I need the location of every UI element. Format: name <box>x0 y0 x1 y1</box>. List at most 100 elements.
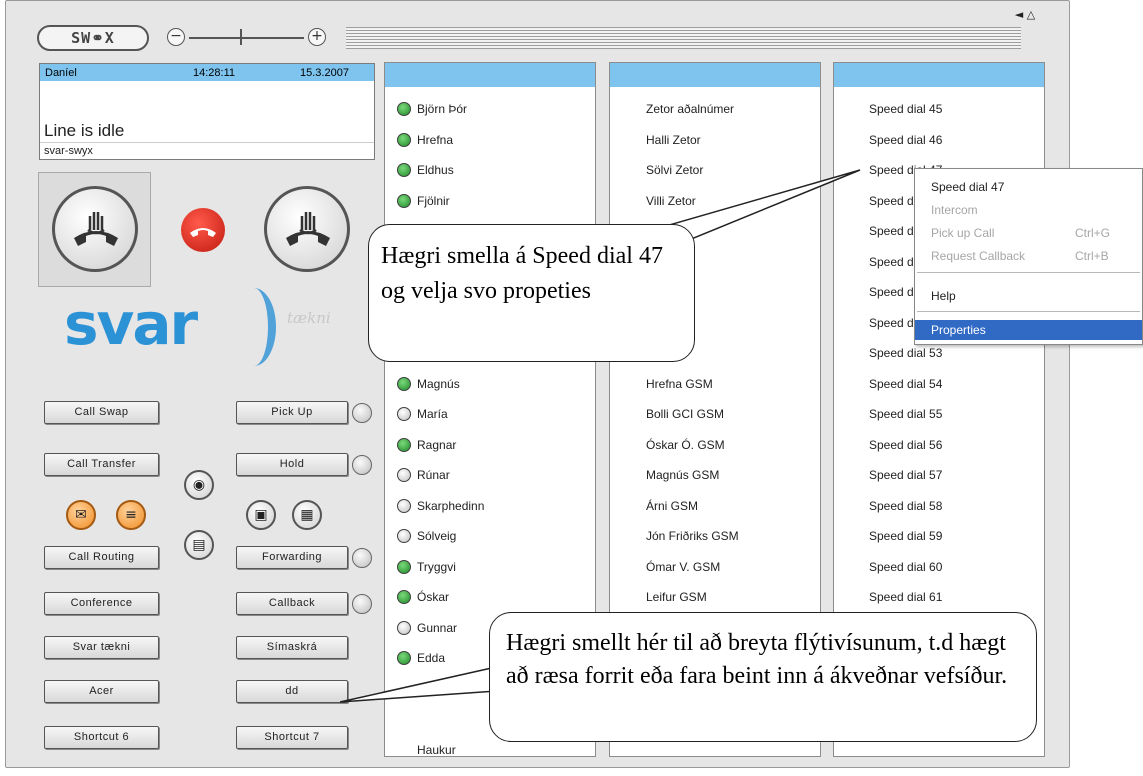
contact-entry[interactable]: Tryggvi <box>385 557 456 577</box>
speed-dial-entry-label: Speed dial 58 <box>869 498 943 513</box>
contact-entry[interactable]: Hrefna <box>385 130 453 150</box>
presence-online-icon <box>397 163 411 177</box>
shortcut-dd-button[interactable]: dd <box>236 680 348 703</box>
speed-dial-entry-label: Speed dial 56 <box>869 437 943 452</box>
swyx-logo[interactable]: SW⚭X <box>37 25 149 51</box>
speed-dial-entry[interactable]: Speed dial 56 <box>834 435 942 455</box>
contact-entry[interactable]: Rúnar <box>385 465 450 485</box>
menu-item-pick-up-call[interactable]: Pick up Call Ctrl+G <box>915 223 1142 243</box>
contact-entry[interactable]: Sólveig <box>385 526 456 546</box>
presence-online-icon <box>397 132 411 147</box>
contact-entry-label: Skarphedinn <box>417 498 485 513</box>
hold-button[interactable]: Hold <box>236 453 348 476</box>
conference-grid-icon[interactable]: ▦ <box>292 500 322 530</box>
speed-dial-entry[interactable]: Speed d <box>834 191 914 211</box>
contact-entry-label: Hrefna <box>417 132 454 147</box>
conference-button[interactable]: Conference <box>44 592 159 615</box>
speed-dial-entry[interactable]: Halli Zetor <box>610 130 701 150</box>
speed-dial-entry[interactable]: Speed d <box>834 282 914 302</box>
pick-up-button[interactable]: Pick Up <box>236 401 348 424</box>
speed-dial-entry-label: Sölvi Zetor <box>646 163 704 177</box>
contact-entry[interactable]: Gunnar <box>385 618 457 638</box>
menu-item-request-callback[interactable]: Request Callback Ctrl+B <box>915 246 1142 266</box>
line-2-handset-button[interactable] <box>264 186 350 272</box>
menu-item-intercom[interactable]: Intercom <box>915 200 1142 220</box>
contact-entry-label: Pabbi <box>417 681 448 696</box>
menu-item-speed-dial-47[interactable]: Speed dial 47 <box>915 177 1142 197</box>
shortcut-svar-taekni-button[interactable]: Svar tækni <box>44 636 159 659</box>
speed-dial-entry[interactable]: Hrefna GSM <box>610 374 713 394</box>
call-journal-icon[interactable]: ≡ <box>116 500 146 530</box>
contact-entry[interactable]: Eldhus <box>385 160 454 180</box>
contact-entry[interactable]: Skarphedinn <box>385 496 484 516</box>
line-1-handset-button[interactable] <box>52 186 138 272</box>
speed-dial-entry[interactable]: Speed dial 55 <box>834 404 942 424</box>
voicemail-icon[interactable]: ✉ <box>66 500 96 530</box>
shortcut-6-button[interactable]: Shortcut 6 <box>44 726 159 749</box>
hangup-button[interactable] <box>181 208 225 252</box>
speed-dial-entry[interactable]: Speed dial 46 <box>834 130 942 150</box>
speed-dial-entry[interactable]: Speed dial 45 <box>834 99 942 119</box>
annotation-callout-shortcuts: Hægri smellt hér til að breyta flýtivísu… <box>489 612 1037 742</box>
contact-entry[interactable]: Fjölnir <box>385 191 450 211</box>
speed-dial-entry[interactable]: Speed dial 57 <box>834 465 942 485</box>
presence-offline-icon <box>397 498 411 513</box>
contact-entry-label: Sólveig <box>417 529 457 543</box>
forwarding-button[interactable]: Forwarding <box>236 546 348 569</box>
speed-dial-entry[interactable]: Magnús GSM <box>610 465 719 485</box>
speed-dial-entry[interactable]: Jón Friðriks GSM <box>610 526 739 546</box>
shortcut-7-button[interactable]: Shortcut 7 <box>236 726 348 749</box>
contact-entry[interactable]: Pabbi <box>385 679 448 699</box>
status-header: Daníel 14:28:11 15.3.2007 <box>40 64 374 81</box>
contact-entry[interactable]: Ragnar <box>385 435 456 455</box>
brand-subtitle: tækni <box>287 309 331 327</box>
speed-dial-entry[interactable]: Speed dial 58 <box>834 496 942 516</box>
call-swap-button[interactable]: Call Swap <box>44 401 159 424</box>
contact-entry[interactable]: María <box>385 404 448 424</box>
zoom-out-icon[interactable]: − <box>167 28 185 46</box>
speed-dial-entry[interactable]: Sölvi Zetor <box>610 160 703 180</box>
contact-entry[interactable]: Björn Þór <box>385 99 467 119</box>
contact-entry[interactable]: Óskar <box>385 587 449 607</box>
annotation-callout-speed-dial: Hægri smella á Speed dial 47 og velja sv… <box>368 224 695 362</box>
shortcut-acer-button[interactable]: Acer <box>44 680 159 703</box>
speed-dial-entry[interactable]: Leifur GSM <box>610 587 707 607</box>
speed-dial-entry[interactable]: Óskar Ó. GSM <box>610 435 725 455</box>
screen-icon[interactable]: ▣ <box>246 500 276 530</box>
speed-dial-entry[interactable]: Speed dial 61 <box>834 587 942 607</box>
call-routing-button[interactable]: Call Routing <box>44 546 159 569</box>
speed-dial-entry[interactable]: Speed dial 60 <box>834 557 942 577</box>
speed-dial-entry[interactable]: Árni GSM <box>610 496 698 516</box>
speed-dial-entry-label: Villi Zetor <box>646 193 696 208</box>
context-menu: Speed dial 47 Intercom Pick up Call Ctrl… <box>914 168 1143 345</box>
contact-entry[interactable] <box>385 709 417 729</box>
contact-entry-label: Gunnar <box>417 620 458 635</box>
contact-entry[interactable]: Haukur <box>385 740 456 757</box>
speed-dial-entry-label: Speed dial 61 <box>869 590 943 604</box>
speed-dial-entry[interactable]: Speed d <box>834 221 914 241</box>
call-transfer-button[interactable]: Call Transfer <box>44 453 159 476</box>
handset-icon <box>286 212 330 246</box>
zoom-in-icon[interactable]: + <box>308 28 326 46</box>
zoom-slider-track[interactable] <box>189 37 304 39</box>
contact-entry[interactable]: Magnús <box>385 374 460 394</box>
speed-dial-entry[interactable]: Villi Zetor <box>610 191 696 211</box>
speed-dial-entry[interactable]: Speed dial 54 <box>834 374 942 394</box>
simaskra-button[interactable]: Símaskrá <box>236 636 348 659</box>
speed-dial-entry[interactable]: Ómar V. GSM <box>610 557 720 577</box>
status-time: 14:28:11 <box>193 66 236 79</box>
callback-button[interactable]: Callback <box>236 592 348 615</box>
minimize-toggle-icon[interactable]: ◄ △ <box>1013 9 1037 35</box>
speed-dial-entry[interactable]: Zetor aðalnúmer <box>610 99 734 119</box>
speed-dial-entry[interactable]: Speed d <box>834 313 914 333</box>
speed-dial-entry[interactable]: Bolli GCI GSM <box>610 404 724 424</box>
contact-entry[interactable]: Edda <box>385 648 445 668</box>
menu-item-help[interactable]: Help <box>915 286 1142 306</box>
menu-item-properties[interactable]: Properties <box>915 320 1142 340</box>
notes-icon[interactable]: ▤ <box>184 530 214 560</box>
speed-dial-entry[interactable]: Speed dial 59 <box>834 526 942 546</box>
zoom-slider-thumb[interactable] <box>240 29 242 45</box>
speed-dial-entry[interactable]: Speed d <box>834 252 914 272</box>
speed-dial-entry[interactable]: Speed dial 53 <box>834 343 942 363</box>
record-icon[interactable]: ◉ <box>184 470 214 500</box>
